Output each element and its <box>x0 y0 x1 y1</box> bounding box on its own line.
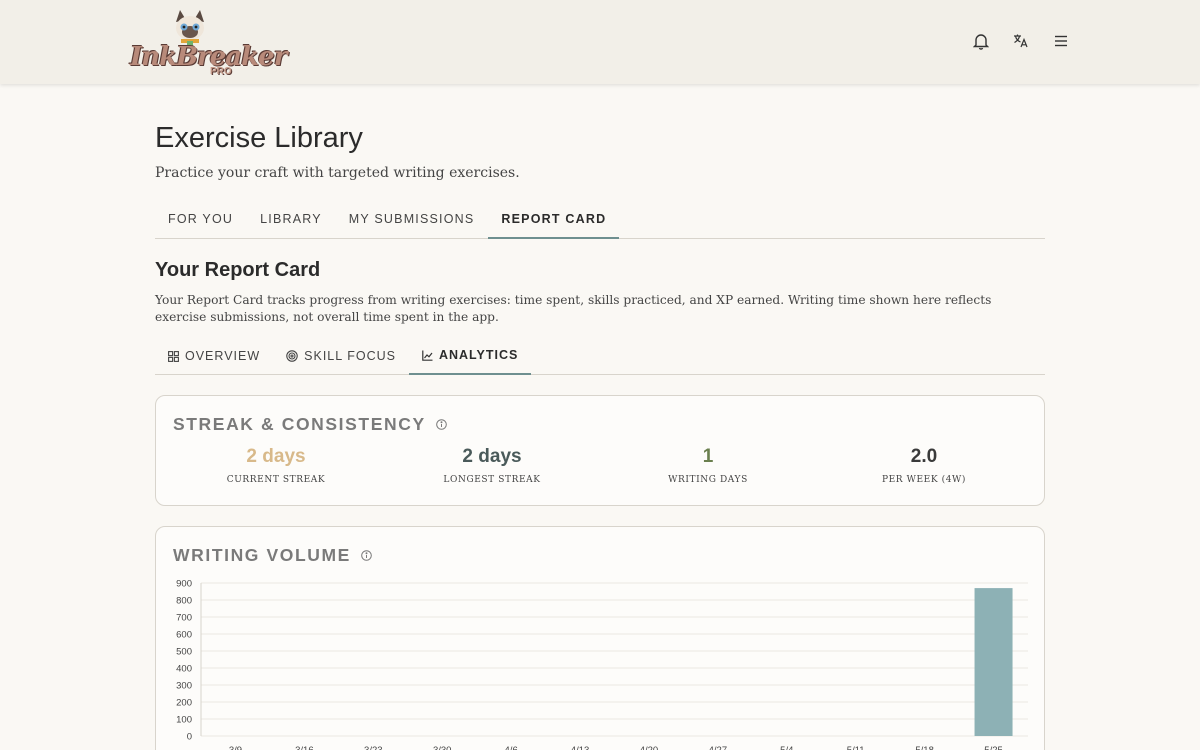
streak-title: STREAK & CONSISTENCY <box>173 414 447 435</box>
grid-icon <box>168 350 179 362</box>
target-icon <box>286 350 298 362</box>
subtab-analytics[interactable]: ANALYTICS <box>408 337 532 375</box>
chart-icon <box>422 350 433 361</box>
stat-value: 2 days <box>246 446 306 467</box>
stat-writing-days: 1 WRITING DAYS <box>600 446 816 485</box>
main-tabs: FOR YOU LIBRARY MY SUBMISSIONS REPORT CA… <box>155 200 1045 239</box>
stat-value: 1 <box>702 446 714 467</box>
volume-title: WRITING VOLUME <box>173 545 372 566</box>
tab-my-submissions[interactable]: MY SUBMISSIONS <box>336 200 488 239</box>
logo-sub: PRO <box>210 66 232 77</box>
stat-label: CURRENT STREAK <box>226 475 326 485</box>
stat-label: LONGEST STREAK <box>443 475 541 485</box>
y-tick-label: 400 <box>176 664 192 675</box>
subtab-skill-focus[interactable]: SKILL FOCUS <box>273 337 409 375</box>
x-tick-label: 5/11 <box>847 745 865 750</box>
subtab-analytics-label: ANALYTICS <box>438 347 519 362</box>
x-tick-label: 5/25 <box>984 745 1003 750</box>
info-icon[interactable] <box>361 550 372 561</box>
tab-report-card[interactable]: REPORT CARD <box>488 200 620 239</box>
x-tick-label: 4/20 <box>640 745 659 750</box>
report-card-title: Your Report Card <box>155 259 321 281</box>
y-tick-label: 900 <box>176 579 192 590</box>
y-tick-label: 600 <box>176 630 192 641</box>
stat-per-week: 2.0 PER WEEK (4W) <box>816 446 1032 485</box>
y-tick-label: 200 <box>176 698 192 709</box>
tab-for-you[interactable]: FOR YOU <box>155 200 246 239</box>
subtab-overview[interactable]: OVERVIEW <box>155 337 273 375</box>
report-subtabs: OVERVIEW SKILL FOCUS ANALYTICS <box>155 337 1045 375</box>
x-tick-label: 3/30 <box>433 745 452 750</box>
bell-icon[interactable] <box>970 30 992 52</box>
tab-library[interactable]: LIBRARY <box>247 200 335 239</box>
page-subtitle: Practice your craft with targeted writin… <box>155 165 520 181</box>
x-tick-label: 3/9 <box>229 745 242 750</box>
stat-current-streak: 2 days CURRENT STREAK <box>168 446 384 485</box>
stat-longest-streak: 2 days LONGEST STREAK <box>384 446 600 485</box>
y-tick-label: 0 <box>187 732 192 743</box>
writing-volume-chart: 0 100 200 300 400 500 600 700 800 900 3/9 3/16 3/23 3… <box>176 579 1028 750</box>
subtab-overview-label: OVERVIEW <box>185 348 261 363</box>
app-logo[interactable]: InkBreaker PRO <box>130 8 287 80</box>
writing-volume-card: WRITING VOLUME 0 100 200 300 400 500 600 700 800… <box>155 526 1045 750</box>
x-tick-label: 5/4 <box>780 745 793 750</box>
translate-icon[interactable] <box>1010 30 1032 52</box>
streak-stats: 2 days CURRENT STREAK 2 days LONGEST STR… <box>156 446 1046 485</box>
x-tick-label: 4/27 <box>709 745 728 750</box>
menu-icon[interactable] <box>1050 30 1072 52</box>
subtab-skill-focus-label: SKILL FOCUS <box>304 348 396 363</box>
y-tick-label: 100 <box>176 715 192 726</box>
volume-title-text: WRITING VOLUME <box>173 545 351 565</box>
streak-card: STREAK & CONSISTENCY 2 days CURRENT STRE… <box>155 395 1045 506</box>
bar <box>974 588 1013 736</box>
info-icon[interactable] <box>435 419 447 430</box>
report-card-description: Your Report Card tracks progress from wr… <box>155 293 992 324</box>
logo-text: InkBreaker <box>130 42 287 72</box>
streak-title-text: STREAK & CONSISTENCY <box>173 414 426 434</box>
stat-label: WRITING DAYS <box>668 475 748 485</box>
stat-value: 2 days <box>462 446 522 467</box>
x-tick-label: 5/18 <box>915 745 934 750</box>
x-tick-label: 3/23 <box>364 745 383 750</box>
top-bar: InkBreaker PRO <box>0 0 1200 84</box>
stat-value: 2.0 <box>910 446 938 467</box>
y-tick-label: 500 <box>176 647 192 658</box>
x-tick-label: 3/16 <box>295 745 314 750</box>
stat-label: PER WEEK (4W) <box>881 475 967 485</box>
page-title: Exercise Library <box>155 122 363 154</box>
y-tick-label: 700 <box>176 613 192 624</box>
x-tick-label: 4/6 <box>505 745 518 750</box>
y-tick-label: 300 <box>176 681 192 692</box>
x-tick-label: 4/13 <box>571 745 590 750</box>
y-tick-label: 800 <box>176 596 192 607</box>
header-actions <box>970 30 1072 52</box>
